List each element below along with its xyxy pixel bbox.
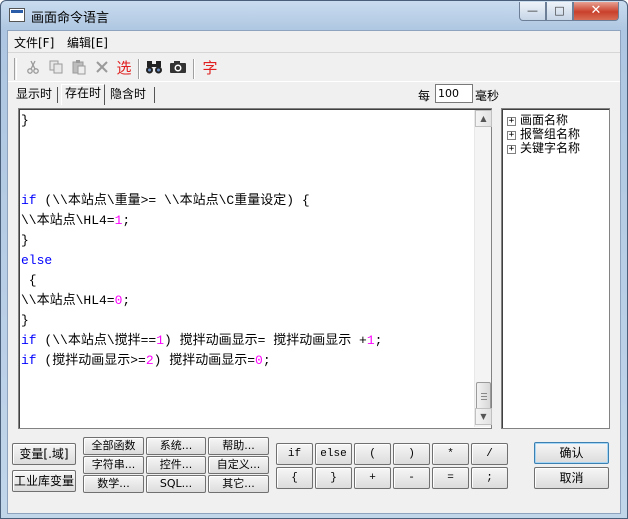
interval-prefix: 每 xyxy=(418,89,431,103)
tree-item-keyword-names[interactable]: + 关键字名称 xyxy=(507,141,580,155)
scroll-thumb[interactable] xyxy=(476,382,491,411)
other-button[interactable]: 其它... xyxy=(208,475,269,493)
tab-divider xyxy=(57,87,58,103)
toolbar: 选 字 xyxy=(8,52,620,82)
toolbar-separator xyxy=(193,59,195,79)
code-line[interactable]: } xyxy=(21,311,471,331)
font-button[interactable]: 字 xyxy=(201,59,219,77)
system-button[interactable]: 系统... xyxy=(146,437,206,455)
app-icon xyxy=(9,8,25,22)
code-line[interactable]: if (搅拌动画显示>=2) 搅拌动画显示=0; xyxy=(21,351,471,371)
code-line[interactable]: if (\\本站点\搅拌==1) 搅拌动画显示= 搅拌动画显示 +1; xyxy=(21,331,471,351)
confirm-button[interactable]: 确认 xyxy=(534,442,609,464)
op-lbrace-button[interactable]: { xyxy=(276,467,313,489)
scroll-down-icon[interactable]: ▼ xyxy=(475,408,492,425)
delete-icon[interactable] xyxy=(93,59,111,77)
binoculars-icon[interactable] xyxy=(145,59,163,77)
dialog-client: 文件[F] 编辑[E] 选 字 显示时 存在时 隐含时 每 100 毫秒} i… xyxy=(7,30,621,514)
expand-icon[interactable]: + xyxy=(507,131,516,140)
all-functions-button[interactable]: 全部函数 xyxy=(83,437,144,455)
event-tabs: 显示时 存在时 隐含时 每 100 毫秒 xyxy=(8,83,620,105)
copy-icon[interactable] xyxy=(47,59,65,77)
op-lparen-button[interactable]: ( xyxy=(354,443,391,465)
custom-button[interactable]: 自定义... xyxy=(208,456,269,474)
code-line[interactable] xyxy=(21,151,471,171)
paste-icon[interactable] xyxy=(70,59,88,77)
op-rparen-button[interactable]: ) xyxy=(393,443,430,465)
code-line[interactable] xyxy=(21,171,471,191)
editor-scrollbar[interactable]: ▲ ▼ xyxy=(474,110,492,427)
help-button[interactable]: 帮助... xyxy=(208,437,269,455)
dialog-window: 画面命令语言 — □ ✕ 文件[F] 编辑[E] 选 字 显示时 存在时 隐含时… xyxy=(0,0,628,519)
code-line[interactable]: if (\\本站点\重量>= \\本站点\C重量设定) { xyxy=(21,191,471,211)
op-equals-button[interactable]: = xyxy=(432,467,469,489)
op-rbrace-button[interactable]: } xyxy=(315,467,352,489)
minimize-button[interactable]: — xyxy=(519,2,546,21)
tree-item-alarm-group-names[interactable]: + 报警组名称 xyxy=(507,127,580,141)
script-code[interactable]: } if (\\本站点\重量>= \\本站点\C重量设定) {\\本站点\HL4=… xyxy=(21,111,471,426)
menu-file[interactable]: 文件[F] xyxy=(14,34,54,51)
name-tree[interactable]: + 画面名称 + 报警组名称 + 关键字名称 xyxy=(501,108,610,429)
toolbar-grip[interactable] xyxy=(14,58,17,80)
menu-edit[interactable]: 编辑[E] xyxy=(67,34,108,51)
op-if-button[interactable]: if xyxy=(276,443,313,465)
variable-button[interactable]: 变量[.域] xyxy=(12,443,76,465)
op-multiply-button[interactable]: * xyxy=(432,443,469,465)
code-line[interactable]: else xyxy=(21,251,471,271)
script-editor[interactable]: } if (\\本站点\重量>= \\本站点\C重量设定) {\\本站点\HL4=… xyxy=(18,108,492,429)
tab-divider xyxy=(154,87,155,103)
code-line[interactable]: } xyxy=(21,111,471,131)
op-minus-button[interactable]: - xyxy=(393,467,430,489)
select-button[interactable]: 选 xyxy=(115,59,133,77)
scroll-up-icon[interactable]: ▲ xyxy=(475,110,492,127)
tab-on-show[interactable]: 显示时 xyxy=(13,86,55,104)
code-line[interactable]: \\本站点\HL4=0; xyxy=(21,291,471,311)
title-bar[interactable]: 画面命令语言 — □ ✕ xyxy=(1,1,627,30)
menu-bar: 文件[F] 编辑[E] xyxy=(8,31,620,51)
op-plus-button[interactable]: + xyxy=(354,467,391,489)
string-button[interactable]: 字符串... xyxy=(83,456,144,474)
tab-on-hide[interactable]: 隐含时 xyxy=(107,86,149,104)
control-button[interactable]: 控件... xyxy=(146,456,206,474)
interval-unit: 毫秒 xyxy=(475,89,500,103)
industrial-variable-button[interactable]: 工业库变量 xyxy=(12,470,76,492)
cancel-button[interactable]: 取消 xyxy=(534,467,609,489)
op-else-button[interactable]: else xyxy=(315,443,352,465)
toolbar-separator xyxy=(138,59,140,79)
camera-icon[interactable] xyxy=(169,59,187,77)
maximize-button[interactable]: □ xyxy=(546,2,573,21)
tab-while-exists[interactable]: 存在时 xyxy=(61,84,106,105)
code-line[interactable]: { xyxy=(21,271,471,291)
scissors-icon[interactable] xyxy=(24,59,42,77)
expand-icon[interactable]: + xyxy=(507,117,516,126)
tree-item-screen-names[interactable]: + 画面名称 xyxy=(507,113,568,127)
window-title: 画面命令语言 xyxy=(31,11,110,26)
op-divide-button[interactable]: / xyxy=(471,443,508,465)
code-line[interactable] xyxy=(21,131,471,151)
sql-button[interactable]: SQL... xyxy=(146,475,206,493)
expand-icon[interactable]: + xyxy=(507,145,516,154)
math-button[interactable]: 数学... xyxy=(83,475,144,493)
op-semicolon-button[interactable]: ; xyxy=(471,467,508,489)
code-line[interactable]: \\本站点\HL4=1; xyxy=(21,211,471,231)
interval-input[interactable]: 100 xyxy=(435,84,473,103)
close-button[interactable]: ✕ xyxy=(573,2,619,21)
code-line[interactable]: } xyxy=(21,231,471,251)
